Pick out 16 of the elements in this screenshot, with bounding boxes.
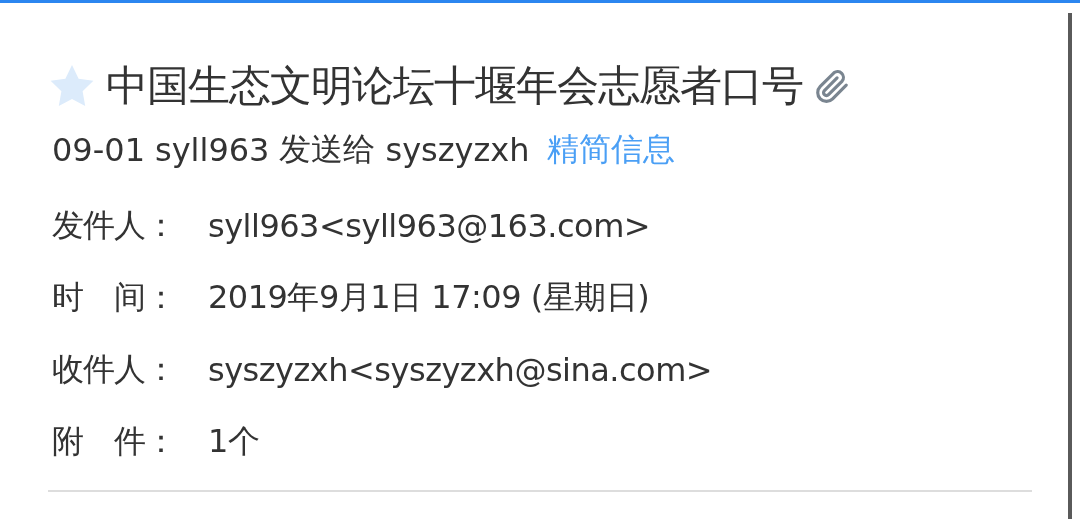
field-label: 附 件：: [52, 421, 177, 462]
recipient-name: syszyzxh: [385, 131, 530, 169]
sent-to-text: 发送给: [279, 129, 376, 170]
date-text: 09-01: [52, 131, 145, 169]
field-value: 2019年9月1日 17:09 (星期日): [208, 277, 650, 318]
field-label: 时 间：: [52, 277, 177, 318]
email-subject: 中国生态文明论坛十堰年会志愿者口号: [106, 60, 803, 112]
scrollbar[interactable]: [1068, 13, 1072, 519]
simplify-info-link[interactable]: 精简信息: [547, 128, 676, 172]
field-label: 收件人：: [52, 349, 177, 390]
field-value: 1个: [208, 421, 260, 462]
field-label: 发件人：: [52, 205, 177, 246]
star-icon[interactable]: [48, 63, 96, 109]
sender-name: syll963: [155, 131, 270, 169]
field-value: syll963<syll963@163.com>: [208, 207, 651, 245]
field-value: syszyzxh<syszyzxh@sina.com>: [208, 351, 713, 389]
